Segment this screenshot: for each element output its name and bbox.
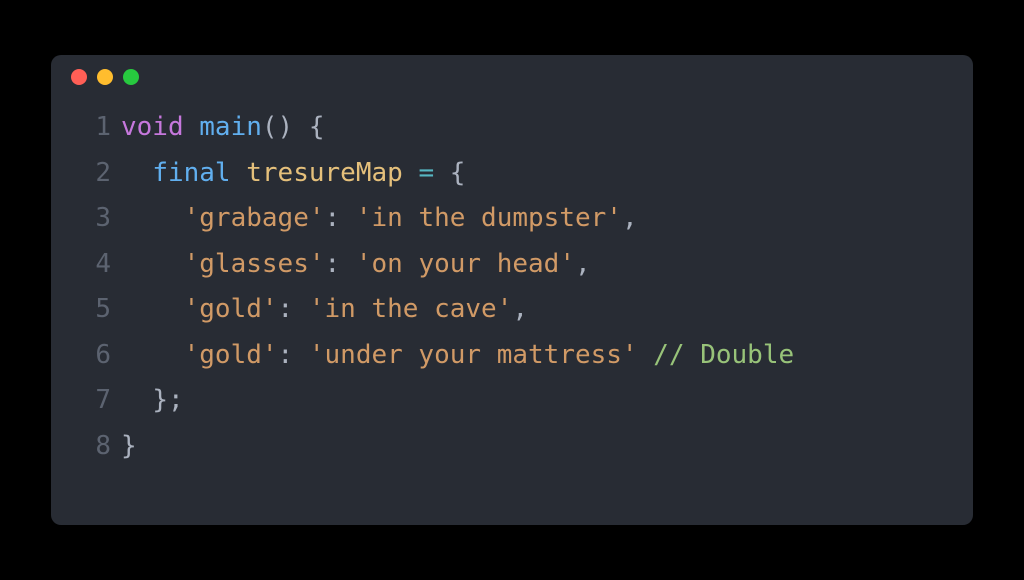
punctuation: , xyxy=(622,203,638,233)
punctuation: }; xyxy=(152,385,183,415)
minimize-icon[interactable] xyxy=(97,69,113,85)
keyword-void: void xyxy=(121,112,184,142)
keyword-final: final xyxy=(152,158,230,188)
comment: // Double xyxy=(653,340,794,370)
identifier: tresureMap xyxy=(246,158,403,188)
function-name: main xyxy=(199,112,262,142)
punctuation: , xyxy=(575,249,591,279)
string-value: 'in the cave' xyxy=(309,294,513,324)
code-line: 7 }; xyxy=(75,378,949,424)
code-window: 1 void main() { 2 final tresureMap = { 3… xyxy=(51,55,973,525)
string-value: 'on your head' xyxy=(356,249,575,279)
code-line: 3 'grabage': 'in the dumpster', xyxy=(75,196,949,242)
line-number: 8 xyxy=(75,424,111,470)
code-line: 8 } xyxy=(75,424,949,470)
line-number: 4 xyxy=(75,242,111,288)
code-content: 'grabage': 'in the dumpster', xyxy=(111,196,638,242)
close-icon[interactable] xyxy=(71,69,87,85)
punctuation: : xyxy=(325,249,356,279)
punctuation: , xyxy=(512,294,528,324)
line-number: 3 xyxy=(75,196,111,242)
code-editor: 1 void main() { 2 final tresureMap = { 3… xyxy=(51,99,973,489)
code-content: }; xyxy=(111,378,184,424)
line-number: 5 xyxy=(75,287,111,333)
string-key: 'gold' xyxy=(184,294,278,324)
line-number: 7 xyxy=(75,378,111,424)
code-line: 2 final tresureMap = { xyxy=(75,151,949,197)
string-key: 'gold' xyxy=(184,340,278,370)
punctuation: : xyxy=(278,294,309,324)
line-number: 6 xyxy=(75,333,111,379)
line-number: 1 xyxy=(75,105,111,151)
code-content: final tresureMap = { xyxy=(111,151,465,197)
punctuation: } xyxy=(121,431,137,461)
punctuation: { xyxy=(434,158,465,188)
punctuation: : xyxy=(325,203,356,233)
code-content: } xyxy=(111,424,137,470)
operator-equals: = xyxy=(418,158,434,188)
string-value: 'under your mattress' xyxy=(309,340,638,370)
line-number: 2 xyxy=(75,151,111,197)
code-line: 1 void main() { xyxy=(75,105,949,151)
window-titlebar xyxy=(51,55,973,99)
code-line: 6 'gold': 'under your mattress' // Doubl… xyxy=(75,333,949,379)
code-content: void main() { xyxy=(111,105,325,151)
code-line: 4 'glasses': 'on your head', xyxy=(75,242,949,288)
string-value: 'in the dumpster' xyxy=(356,203,622,233)
string-key: 'glasses' xyxy=(184,249,325,279)
string-key: 'grabage' xyxy=(184,203,325,233)
code-line: 5 'gold': 'in the cave', xyxy=(75,287,949,333)
punctuation: () { xyxy=(262,112,325,142)
zoom-icon[interactable] xyxy=(123,69,139,85)
code-content: 'glasses': 'on your head', xyxy=(111,242,591,288)
punctuation: : xyxy=(278,340,309,370)
code-content: 'gold': 'in the cave', xyxy=(111,287,528,333)
code-content: 'gold': 'under your mattress' // Double xyxy=(111,333,794,379)
